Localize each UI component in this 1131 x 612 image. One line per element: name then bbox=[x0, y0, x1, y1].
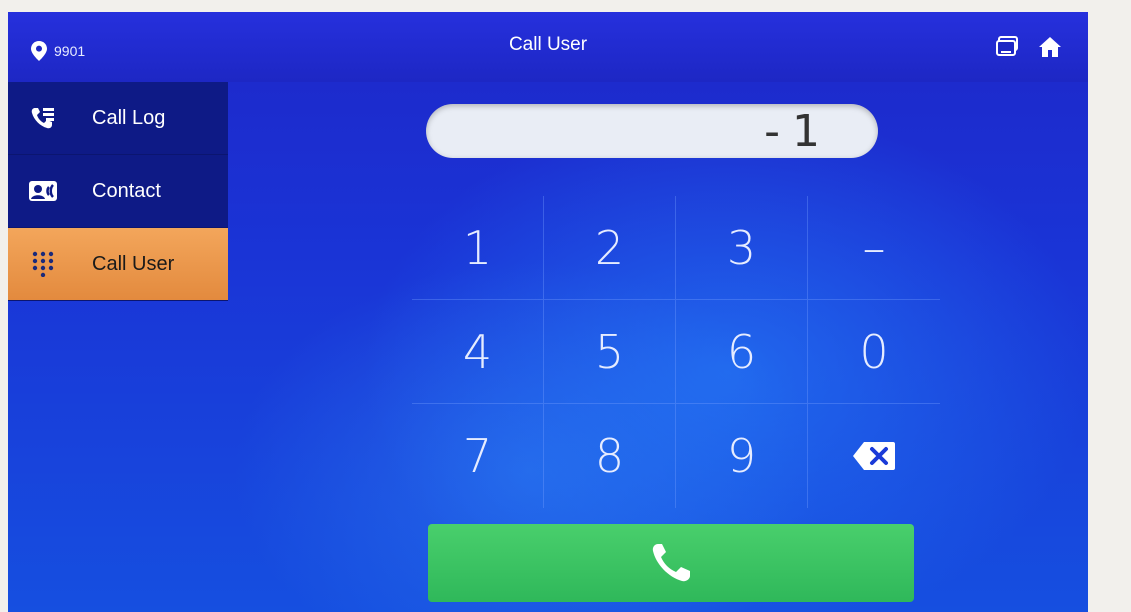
key-1[interactable]: 1 bbox=[412, 196, 544, 300]
sidebar-item-contact[interactable]: Contact bbox=[8, 155, 228, 228]
monitor-icon[interactable] bbox=[996, 36, 1020, 58]
key-dash[interactable]: – bbox=[808, 196, 940, 300]
sidebar: Call Log Contact Call User bbox=[8, 82, 228, 301]
sidebar-item-label: Contact bbox=[92, 179, 161, 202]
backspace-button[interactable] bbox=[808, 404, 940, 508]
key-5[interactable]: 5 bbox=[544, 300, 676, 404]
backspace-icon bbox=[853, 442, 895, 470]
key-9[interactable]: 9 bbox=[676, 404, 808, 508]
key-0[interactable]: 0 bbox=[808, 300, 940, 404]
dial-keypad: 1 2 3 – 4 5 6 0 7 8 9 bbox=[412, 196, 940, 508]
key-6[interactable]: 6 bbox=[676, 300, 808, 404]
key-8[interactable]: 8 bbox=[544, 404, 676, 508]
key-4[interactable]: 4 bbox=[412, 300, 544, 404]
sidebar-item-call-user[interactable]: Call User bbox=[8, 228, 228, 301]
sidebar-item-call-log[interactable]: Call Log bbox=[8, 82, 228, 155]
call-log-icon bbox=[26, 101, 60, 135]
sidebar-item-label: Call Log bbox=[92, 106, 166, 129]
top-bar: 9901 Call User bbox=[8, 12, 1088, 82]
dial-number-value: -1 bbox=[764, 106, 832, 157]
phone-icon bbox=[652, 544, 690, 582]
dial-number-field[interactable]: -1 bbox=[426, 104, 878, 158]
key-3[interactable]: 3 bbox=[676, 196, 808, 300]
contact-card-icon bbox=[26, 174, 60, 208]
key-7[interactable]: 7 bbox=[412, 404, 544, 508]
sidebar-item-label: Call User bbox=[92, 252, 175, 275]
device-screen: 9901 Call User Call Log Contact Call Use… bbox=[8, 12, 1088, 612]
call-button[interactable] bbox=[428, 524, 914, 602]
dialpad-icon bbox=[26, 247, 60, 281]
page-title: Call User bbox=[508, 34, 588, 55]
key-2[interactable]: 2 bbox=[544, 196, 676, 300]
home-icon[interactable] bbox=[1038, 36, 1062, 58]
